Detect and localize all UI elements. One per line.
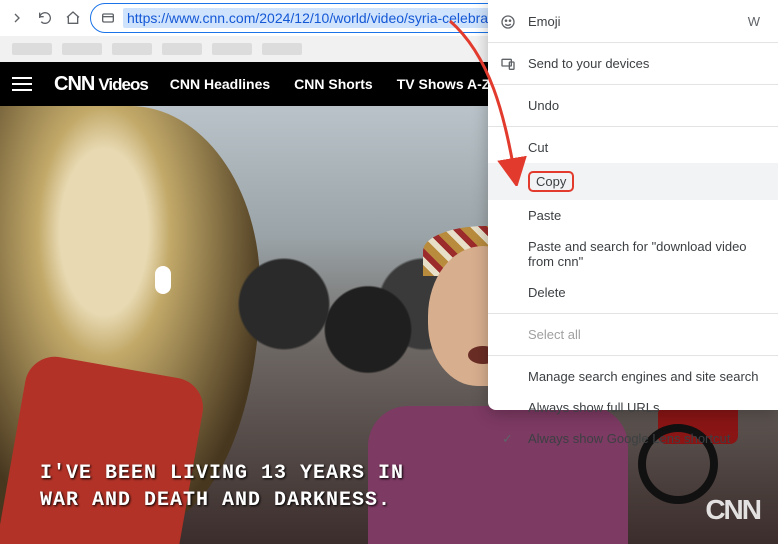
menu-label: Send to your devices — [528, 56, 649, 71]
check-icon: ✓ — [502, 431, 513, 447]
menu-icon[interactable] — [12, 77, 32, 91]
home-button[interactable] — [62, 7, 84, 29]
bookmark-item[interactable] — [112, 43, 152, 55]
menu-manage-search-engines[interactable]: Manage search engines and site search — [488, 361, 778, 392]
cnn-nav: CNN Headlines CNN Shorts TV Shows A-Z — [170, 76, 491, 92]
devices-icon — [500, 56, 516, 72]
bookmark-item[interactable] — [212, 43, 252, 55]
menu-label: Undo — [528, 98, 559, 113]
menu-undo[interactable]: Undo — [488, 90, 778, 121]
menu-separator — [488, 313, 778, 314]
menu-label: Paste — [528, 208, 561, 223]
cnn-watermark: CNN — [705, 494, 760, 526]
cnn-logo-sub: Videos — [98, 75, 147, 95]
cnn-logo-main: CNN — [54, 73, 94, 96]
menu-label: Cut — [528, 140, 548, 155]
reload-button[interactable] — [34, 7, 56, 29]
bookmark-item[interactable] — [12, 43, 52, 55]
site-info-icon[interactable] — [99, 9, 117, 27]
nav-headlines[interactable]: CNN Headlines — [170, 76, 270, 92]
menu-label: Manage search engines and site search — [528, 369, 759, 384]
nav-shorts[interactable]: CNN Shorts — [294, 76, 373, 92]
menu-cut[interactable]: Cut — [488, 132, 778, 163]
menu-separator — [488, 126, 778, 127]
menu-label: Paste and search for "download video fro… — [528, 239, 760, 269]
cnn-logo[interactable]: CNN Videos — [54, 73, 148, 96]
figure-scarf — [0, 352, 208, 544]
menu-separator — [488, 84, 778, 85]
forward-button[interactable] — [6, 7, 28, 29]
bookmark-item[interactable] — [62, 43, 102, 55]
menu-label: Emoji — [528, 14, 561, 29]
menu-label: Select all — [528, 327, 581, 342]
figure-earbud — [155, 266, 171, 294]
menu-label: Delete — [528, 285, 566, 300]
context-menu: Emoji W Send to your devices Undo Cut Co… — [488, 0, 778, 410]
menu-label: Copy — [528, 171, 574, 192]
menu-google-lens-shortcut[interactable]: ✓ Always show Google Lens shortcut — [488, 423, 778, 454]
menu-emoji[interactable]: Emoji W — [488, 6, 778, 37]
menu-copy[interactable]: Copy — [488, 163, 778, 200]
menu-label: Always show full URLs — [528, 400, 660, 415]
emoji-icon — [500, 14, 516, 30]
menu-shortcut: W — [748, 14, 760, 29]
menu-paste-search[interactable]: Paste and search for "download video fro… — [488, 231, 778, 277]
menu-paste[interactable]: Paste — [488, 200, 778, 231]
menu-separator — [488, 355, 778, 356]
menu-separator — [488, 42, 778, 43]
menu-delete[interactable]: Delete — [488, 277, 778, 308]
menu-send-devices[interactable]: Send to your devices — [488, 48, 778, 79]
bookmark-item[interactable] — [162, 43, 202, 55]
nav-tvshows[interactable]: TV Shows A-Z — [397, 76, 491, 92]
bookmark-item[interactable] — [262, 43, 302, 55]
menu-select-all[interactable]: Select all — [488, 319, 778, 350]
menu-always-full-urls[interactable]: Always show full URLs — [488, 392, 778, 423]
video-caption: I'VE BEEN LIVING 13 YEARS IN WAR AND DEA… — [40, 460, 404, 514]
menu-label: Always show Google Lens shortcut — [528, 431, 730, 446]
